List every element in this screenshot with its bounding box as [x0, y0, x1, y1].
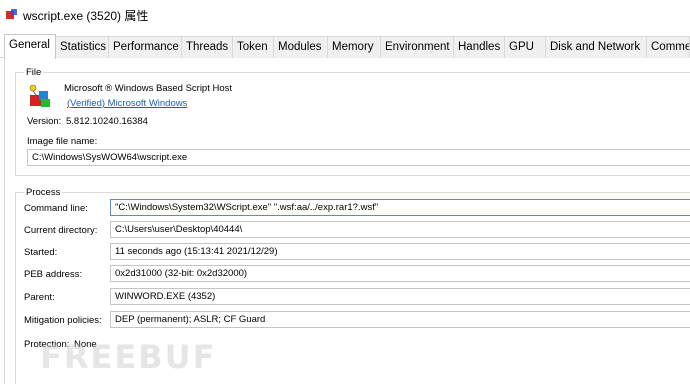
window-title: wscript.exe (3520) 属性 [23, 9, 149, 23]
tab-handles[interactable]: Handles [453, 36, 505, 58]
started-label: Started: [24, 247, 58, 258]
current-directory-field[interactable]: C:\Users\user\Desktop\40444\ [110, 221, 690, 238]
tab-token[interactable]: Token [232, 36, 274, 58]
tab-strip: General Statistics Performance Threads T… [0, 34, 690, 59]
parent-label: Parent: [24, 292, 55, 303]
tab-statistics[interactable]: Statistics [55, 36, 109, 58]
image-file-name-field[interactable]: C:\Windows\SysWOW64\wscript.exe [27, 149, 690, 166]
current-directory-label: Current directory: [24, 225, 98, 236]
command-line-label: Command line: [24, 203, 88, 214]
title-bar: wscript.exe (3520) 属性 [0, 0, 690, 30]
verified-signer-link[interactable]: (Verified) Microsoft Windows [67, 98, 187, 109]
tab-gpu[interactable]: GPU [504, 36, 546, 58]
tab-environment[interactable]: Environment [380, 36, 454, 58]
process-group-title: Process [24, 187, 63, 198]
mitigation-policies-label: Mitigation policies: [24, 315, 102, 326]
general-tab-panel: File Microsoft ® Windows Based Script Ho… [4, 58, 690, 384]
tab-memory[interactable]: Memory [327, 36, 381, 58]
tab-threads[interactable]: Threads [181, 36, 233, 58]
mitigation-policies-field[interactable]: DEP (permanent); ASLR; CF Guard [110, 311, 690, 328]
watermark: FREEBUF [40, 338, 217, 376]
image-file-name-label: Image file name: [27, 136, 98, 147]
peb-address-field[interactable]: 0x2d31000 (32-bit: 0x2d32000) [110, 265, 690, 282]
tab-modules[interactable]: Modules [273, 36, 328, 58]
process-icon [6, 9, 17, 19]
tab-comment[interactable]: Comme [646, 36, 690, 58]
script-host-icon [29, 84, 50, 107]
parent-field[interactable]: WINWORD.EXE (4352) [110, 288, 690, 305]
peb-address-label: PEB address: [24, 269, 83, 280]
version-label: Version: [27, 116, 62, 127]
file-group-title: File [24, 67, 44, 78]
started-field[interactable]: 11 seconds ago (15:13:41 2021/12/29) [110, 243, 690, 260]
tab-general[interactable]: General [4, 34, 56, 59]
tab-disk-and-network[interactable]: Disk and Network [545, 36, 647, 58]
command-line-field[interactable]: "C:\Windows\System32\WScript.exe" ".wsf:… [110, 199, 690, 216]
version-value: 5.812.10240.16384 [66, 116, 148, 127]
file-description: Microsoft ® Windows Based Script Host [64, 83, 233, 94]
tab-performance[interactable]: Performance [108, 36, 182, 58]
